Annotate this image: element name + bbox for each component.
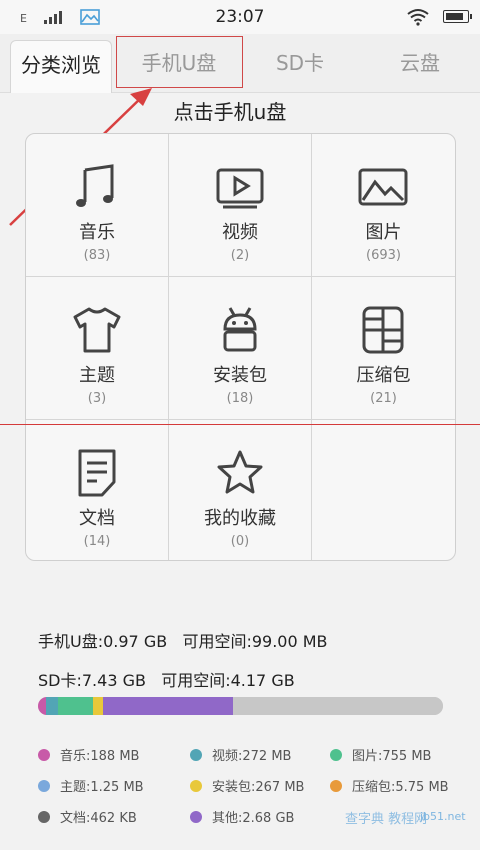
legend-archive: 压缩包:5.75 MB <box>330 776 449 795</box>
legend-image: 图片:755 MB <box>330 745 431 764</box>
theme-icon <box>73 307 121 353</box>
category-count: (693) <box>366 248 401 263</box>
video-icon <box>216 168 264 209</box>
category-count: (3) <box>87 391 107 406</box>
legend-apk: 安装包:267 MB <box>190 776 304 795</box>
category-music[interactable]: 音乐 (83) <box>26 134 169 277</box>
category-label: 文档 <box>79 508 115 529</box>
category-empty <box>312 420 455 560</box>
category-grid: 音乐 (83) 视频 (2) 图片 (693) 主题 (3) 安装包 (18) … <box>25 133 456 561</box>
category-image[interactable]: 图片 (693) <box>312 134 455 277</box>
tab-cloud[interactable]: 云盘 <box>360 34 480 92</box>
category-label: 压缩包 <box>356 365 411 386</box>
legend-theme: 主题:1.25 MB <box>38 776 144 795</box>
watermark: 查字典 教程网 <box>345 812 428 827</box>
storage-usage-bar <box>38 697 443 715</box>
category-document[interactable]: 文档 (14) <box>26 420 169 560</box>
android-icon <box>223 307 257 352</box>
category-label: 安装包 <box>213 365 267 386</box>
category-label: 图片 <box>365 222 402 243</box>
segment-other <box>103 697 233 715</box>
legend-other: 其他:2.68 GB <box>190 807 294 826</box>
star-icon <box>217 450 263 494</box>
sd-storage-info: SD卡:7.43 GB 可用空间:4.17 GB <box>38 671 295 690</box>
category-apk[interactable]: 安装包 (18) <box>169 277 312 420</box>
legend-document: 文档:462 KB <box>38 807 137 826</box>
segment-apk <box>93 697 103 715</box>
category-count: (14) <box>83 534 111 549</box>
segment-image <box>58 697 93 715</box>
watermark-url: jb51.net <box>420 810 466 823</box>
segment-music <box>38 697 46 715</box>
archive-icon <box>362 306 404 354</box>
segment-free <box>233 697 443 715</box>
category-video[interactable]: 视频 (2) <box>169 134 312 277</box>
category-archive[interactable]: 压缩包 (21) <box>312 277 455 420</box>
legend-video: 视频:272 MB <box>190 745 291 764</box>
category-count: (2) <box>230 248 250 263</box>
category-label: 我的收藏 <box>204 508 276 529</box>
category-count: (21) <box>370 391 397 406</box>
category-count: (83) <box>83 248 111 263</box>
category-label: 音乐 <box>79 222 115 243</box>
category-theme[interactable]: 主题 (3) <box>26 277 169 420</box>
category-label: 视频 <box>222 222 258 243</box>
category-favorites[interactable]: 我的收藏 (0) <box>169 420 312 560</box>
phone-storage-info: 手机U盘:0.97 GB 可用空间:99.00 MB <box>38 632 328 651</box>
annotation-line <box>0 424 480 425</box>
tab-sd-card[interactable]: SD卡 <box>240 34 360 92</box>
legend-music: 音乐:188 MB <box>38 745 139 764</box>
document-icon <box>78 449 116 497</box>
image-icon <box>358 168 408 206</box>
category-label: 主题 <box>79 365 115 386</box>
status-bar: E 23:07 <box>0 0 480 34</box>
category-count: (18) <box>226 391 254 406</box>
category-count: (0) <box>230 534 250 549</box>
music-icon <box>76 164 114 207</box>
wifi-icon <box>407 9 429 26</box>
segment-video <box>46 697 58 715</box>
battery-icon <box>443 10 472 23</box>
annotation-text: 点击手机u盘 <box>173 100 287 124</box>
